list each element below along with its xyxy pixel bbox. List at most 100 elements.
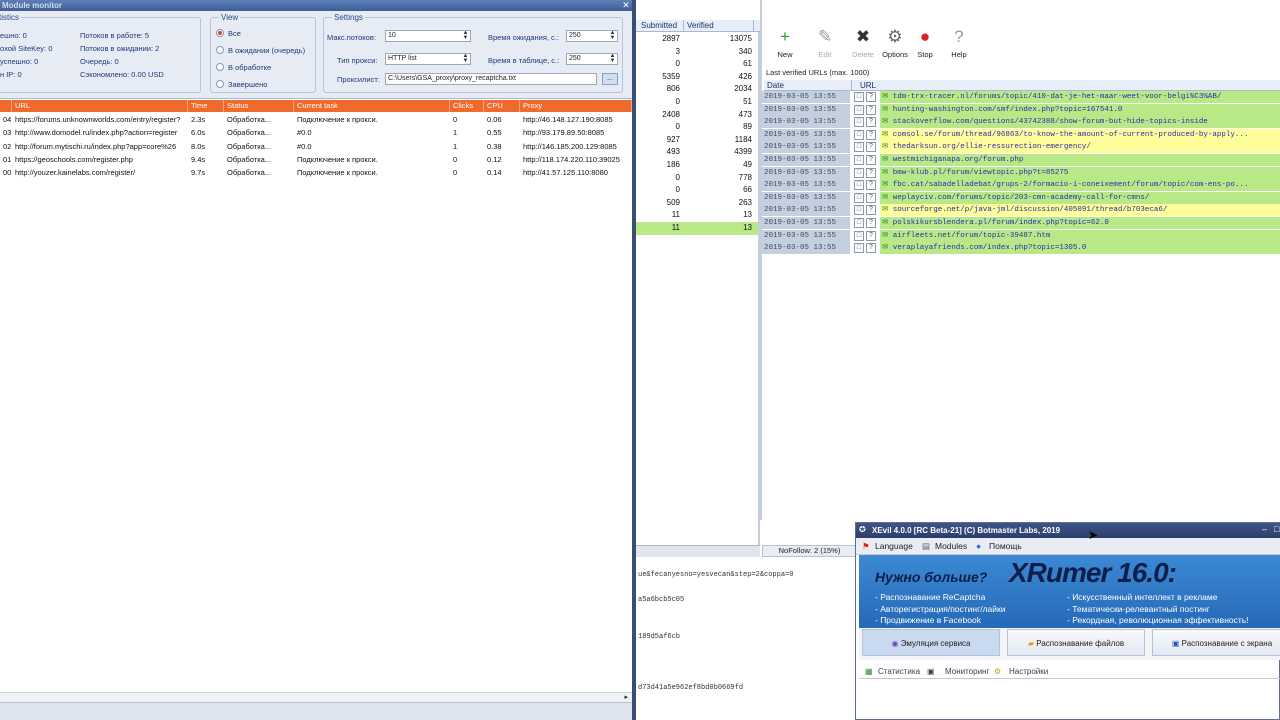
proxy-type-select[interactable]: HTTP list ▲ ▼ [385,53,471,65]
info-icon[interactable]: ? [866,180,876,191]
copy-icon[interactable]: □ [854,180,864,191]
verified-url[interactable]: ✉ hunting-washington.com/smf/index.php?t… [880,103,1280,116]
copy-icon[interactable]: □ [854,155,864,165]
stats-row[interactable]: 927 1184 [636,134,760,147]
verified-url[interactable]: ✉ thedarksun.org/ellie-ressurection-emer… [880,141,1280,154]
verified-url[interactable]: ✉ stackoverflow.com/questions/43742388/s… [880,116,1280,129]
copy-icon[interactable]: □ [854,192,864,203]
stats-row[interactable]: 3 340 [636,46,760,59]
stats-row[interactable]: 493 4399 [636,146,760,159]
verified-row[interactable]: 2019-03-05 13:55 □? ✉ airfleets.net/forum/… [762,229,1280,243]
verified-row[interactable]: 2019-03-05 13:55 □? ✉ weplayciv.com/forums… [762,191,1280,205]
verified-row[interactable]: 2019-03-05 13:55 □? ✉ polskikursblendera.p… [762,217,1280,230]
copy-icon[interactable]: □ [854,218,864,228]
info-icon[interactable]: ? [866,104,876,115]
subtab-monitoring[interactable]: Мониторинг [943,665,992,678]
horizontal-scrollbar[interactable]: ▸ [0,692,632,702]
verified-row[interactable]: 2019-03-05 13:55 □? ✉ comsol.se/forum/thre… [762,128,1280,142]
verified-row[interactable]: 2019-03-05 13:55 □? ✉ fbc.cat/sabadelladeb… [762,179,1280,192]
table-row[interactable]: 04 https://forums.unknownworlds.com/entry… [0,113,632,126]
col-cpu[interactable]: CPU [484,100,520,112]
stats-row[interactable]: 11 13 [636,209,760,222]
col-verified[interactable]: Verified [684,20,754,32]
stats-row[interactable]: 2897 13075 [636,33,760,46]
verified-url[interactable]: ✉ veraplayafriends.com/index.php?topic=1… [880,242,1280,255]
stop-button[interactable]: ● Stop [908,26,942,59]
verified-row[interactable]: 2019-03-05 13:55 □? ✉ tdm-trx-tracer.nl/fo… [762,91,1280,104]
subtab-statistics[interactable]: Статистика [878,665,920,678]
info-icon[interactable]: ? [866,230,876,241]
options-button[interactable]: ⚙ Options [878,26,912,59]
info-icon[interactable]: ? [866,167,876,178]
info-icon[interactable]: ? [866,205,876,216]
copy-icon[interactable]: □ [854,230,864,241]
stats-row[interactable]: 11 13 [636,222,760,235]
copy-icon[interactable]: □ [854,167,864,178]
table-row[interactable]: 02 http://forum.mytischi.ru/index.php?app… [0,140,632,153]
col-date[interactable]: Date [764,80,852,91]
info-icon[interactable]: ? [866,129,876,140]
verified-url[interactable]: ✉ airfleets.net/forum/topic-39487.htm [880,229,1280,242]
copy-icon[interactable]: □ [854,205,864,216]
proxylist-input[interactable]: C:\Users\GSA_proxy\proxy_recaptcha.txt [385,73,597,85]
table-row[interactable]: 03 http://www.domodel.ru/index.php?action… [0,126,632,139]
info-icon[interactable]: ? [866,218,876,228]
stats-row[interactable]: 5359 426 [636,71,760,84]
verified-row[interactable]: 2019-03-05 13:55 □? ✉ bmw-klub.pl/forum/vi… [762,166,1280,180]
info-icon[interactable]: ? [866,243,876,254]
view-queue-radio[interactable] [216,46,224,54]
verified-url[interactable]: ✉ bmw-klub.pl/forum/viewtopic.php?t=8527… [880,166,1280,179]
tab-service-emulation[interactable]: ◉ Эмуляция сервиса [862,629,1000,656]
stats-row[interactable]: 509 263 [636,197,760,210]
verified-url[interactable]: ✉ fbc.cat/sabadelladebat/grups-2/formaci… [880,179,1280,192]
copy-icon[interactable]: □ [854,92,864,102]
view-all-radio[interactable] [216,29,224,37]
col-current-task[interactable]: Current task [294,100,450,112]
verified-row[interactable]: 2019-03-05 13:55 □? ✉ stackoverflow.com/qu… [762,116,1280,129]
col-time[interactable]: Time [188,100,224,112]
copy-icon[interactable]: □ [854,129,864,140]
verified-url[interactable]: ✉ tdm-trx-tracer.nl/forums/topic/410-dat… [880,91,1280,103]
verified-row[interactable]: 2019-03-05 13:55 □? ✉ sourceforge.net/p/ja… [762,204,1280,217]
copy-icon[interactable]: □ [854,117,864,128]
verified-url[interactable]: ✉ comsol.se/forum/thread/96863/to-know-t… [880,128,1280,141]
stats-row[interactable]: 186 49 [636,159,760,172]
view-processing-radio[interactable] [216,63,224,71]
maximize-icon[interactable]: □ [1274,524,1279,534]
new-button[interactable]: + New [768,26,802,59]
info-icon[interactable]: ? [866,155,876,165]
col-url[interactable]: URL [857,80,1280,91]
help-button[interactable]: ? Help [942,26,976,59]
verified-row[interactable]: 2019-03-05 13:55 □? ✉ thedarksun.org/ellie… [762,141,1280,154]
info-icon[interactable]: ? [866,142,876,153]
table-row[interactable]: 01 https://geoschools.com/register.php 9.4… [0,153,632,166]
col-status[interactable]: Status [224,100,294,112]
copy-icon[interactable]: □ [854,104,864,115]
copy-icon[interactable]: □ [854,142,864,153]
verified-url[interactable]: ✉ polskikursblendera.pl/forum/index.php?… [880,217,1280,229]
stats-row[interactable]: 0 51 [636,96,760,109]
col-clicks[interactable]: Clicks [450,100,484,112]
col-proxy[interactable]: Proxy [520,100,632,112]
edit-button[interactable]: ✎ Edit [808,26,842,59]
stats-row[interactable]: 0 66 [636,184,760,197]
tab-screen-recognition[interactable]: ▣ Распознавание с экрана [1152,629,1280,656]
subtab-settings[interactable]: Настройки [1009,665,1048,678]
menu-help[interactable]: Помощь [989,541,1022,551]
col-url[interactable]: URL [12,100,188,112]
stats-row[interactable]: 0 61 [636,58,760,71]
stats-row[interactable]: 806 2034 [636,83,760,96]
info-icon[interactable]: ? [866,92,876,102]
stats-row[interactable]: 2408 473 [636,109,760,122]
verified-row[interactable]: 2019-03-05 13:55 □? ✉ veraplayafriends.com… [762,242,1280,255]
verified-url[interactable]: ✉ sourceforge.net/p/java-jml/discussion/… [880,204,1280,217]
verified-url[interactable]: ✉ westmichiganapa.org/forum.php [880,154,1280,166]
menu-modules[interactable]: Modules [935,541,967,551]
table-row[interactable]: 00 http://youzer.kainelabs.com/register/9… [0,166,632,179]
tab-file-recognition[interactable]: ▰ Распознавание файлов [1007,629,1145,656]
info-icon[interactable]: ? [866,117,876,128]
menu-language[interactable]: Language [875,541,913,551]
view-done-radio[interactable] [216,80,224,88]
table-time-input[interactable]: 250 ▲ ▼ [566,53,618,65]
minimize-icon[interactable]: – [1262,524,1267,534]
